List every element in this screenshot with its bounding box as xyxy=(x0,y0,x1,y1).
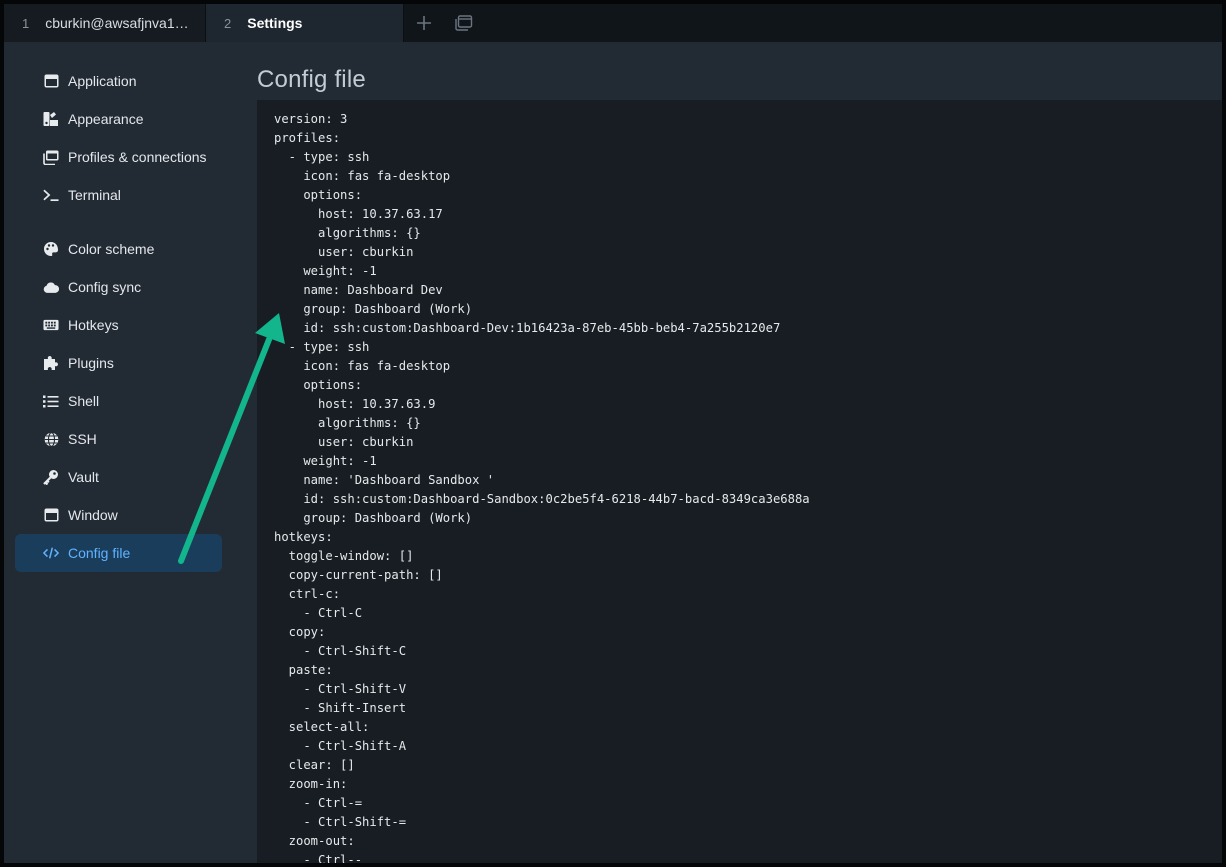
sidebar-item-label: Config file xyxy=(68,545,131,561)
config-line: name: 'Dashboard Sandbox ' xyxy=(274,473,495,487)
sidebar-item-label: Application xyxy=(68,73,137,89)
sidebar-item-config-sync[interactable]: Config sync xyxy=(15,268,222,306)
config-line: - Ctrl-Shift-V xyxy=(274,682,407,696)
config-line: - type: ssh xyxy=(274,150,370,164)
sidebar-item-label: Shell xyxy=(68,393,100,409)
sidebar-item-plugins[interactable]: Plugins xyxy=(15,344,222,382)
config-line: weight: -1 xyxy=(274,454,377,468)
sidebar-item-label: Appearance xyxy=(68,111,144,127)
sidebar-item-label: Color scheme xyxy=(68,241,155,257)
sidebar-item-label: Config sync xyxy=(68,279,142,295)
sidebar-item-shell[interactable]: Shell xyxy=(15,382,222,420)
tab-number: 2 xyxy=(224,15,232,31)
sidebar-item-label: Vault xyxy=(68,469,99,485)
page-title: Config file xyxy=(257,66,366,93)
tab-terminal-session[interactable]: 1 cburkin@awsafjnva10... xyxy=(4,4,206,42)
plus-icon xyxy=(417,16,431,30)
window-stack-icon xyxy=(455,15,473,31)
key-icon xyxy=(43,469,59,485)
config-line: - Ctrl-C xyxy=(274,606,363,620)
sidebar-item-label: Window xyxy=(68,507,118,523)
config-line: user: cburkin xyxy=(274,435,414,449)
list-icon xyxy=(43,393,59,409)
config-line: id: ssh:custom:Dashboard-Sandbox:0c2be5f… xyxy=(274,492,810,506)
config-line: - Ctrl-= xyxy=(274,796,363,810)
sidebar-item-label: Profiles & connections xyxy=(68,149,207,165)
sidebar-item-label: Plugins xyxy=(68,355,114,371)
config-line: - Shift-Insert xyxy=(274,701,407,715)
profiles-button[interactable] xyxy=(444,4,484,42)
config-line: icon: fas fa-desktop xyxy=(274,169,451,183)
sidebar-item-window[interactable]: Window xyxy=(15,496,222,534)
config-line: clear: [] xyxy=(274,758,355,772)
terminal-prompt-icon xyxy=(43,187,59,203)
sidebar-item-appearance[interactable]: Appearance xyxy=(15,100,222,138)
sidebar-item-hotkeys[interactable]: Hotkeys xyxy=(15,306,222,344)
cloud-icon xyxy=(43,279,59,295)
settings-content: Config file version: 3 profiles: - type: … xyxy=(232,42,1222,867)
sidebar-item-application[interactable]: Application xyxy=(15,62,222,100)
sidebar-item-vault[interactable]: Vault xyxy=(15,458,222,496)
config-line: algorithms: {} xyxy=(274,226,421,240)
tab-number: 1 xyxy=(22,15,30,31)
tab-title: cburkin@awsafjnva10... xyxy=(45,15,191,31)
sidebar-item-label: Terminal xyxy=(68,187,121,203)
palette-icon xyxy=(43,241,59,257)
config-line: host: 10.37.63.9 xyxy=(274,397,436,411)
globe-icon xyxy=(43,431,59,447)
app-window: 1 cburkin@awsafjnva10... 2 Settings Appl… xyxy=(0,0,1226,867)
settings-sidebar: Application Appearance Profiles & connec… xyxy=(4,42,232,863)
config-line: icon: fas fa-desktop xyxy=(274,359,451,373)
sidebar-item-config-file[interactable]: Config file xyxy=(15,534,222,572)
config-line: algorithms: {} xyxy=(274,416,421,430)
config-line: options: xyxy=(274,188,363,202)
config-line: name: Dashboard Dev xyxy=(274,283,443,297)
code-icon xyxy=(43,545,59,561)
sidebar-item-label: SSH xyxy=(68,431,97,447)
config-line: user: cburkin xyxy=(274,245,414,259)
config-line: ctrl-c: xyxy=(274,587,341,601)
sidebar-item-profiles[interactable]: Profiles & connections xyxy=(15,138,222,176)
window-icon xyxy=(43,73,59,89)
config-line: select-all: xyxy=(274,720,370,734)
tab-title: Settings xyxy=(247,15,303,31)
keyboard-icon xyxy=(43,317,59,333)
new-tab-button[interactable] xyxy=(404,4,444,42)
window-icon xyxy=(43,507,59,523)
puzzle-icon xyxy=(43,355,59,371)
config-line: paste: xyxy=(274,663,333,677)
sidebar-item-ssh[interactable]: SSH xyxy=(15,420,222,458)
sidebar-item-terminal[interactable]: Terminal xyxy=(15,176,222,214)
config-line: id: ssh:custom:Dashboard-Dev:1b16423a-87… xyxy=(274,321,781,335)
palette-brush-icon xyxy=(43,111,59,127)
config-line: - Ctrl-- xyxy=(274,853,363,867)
config-line: toggle-window: [] xyxy=(274,549,414,563)
config-line: - Ctrl-Shift-A xyxy=(274,739,407,753)
sidebar-item-color-scheme[interactable]: Color scheme xyxy=(15,230,222,268)
config-line: - type: ssh xyxy=(274,340,370,354)
config-line: copy: xyxy=(274,625,326,639)
config-line: options: xyxy=(274,378,363,392)
config-line: copy-current-path: [] xyxy=(274,568,443,582)
config-line: profiles: xyxy=(274,131,341,145)
config-line: zoom-in: xyxy=(274,777,348,791)
config-line: version: 3 xyxy=(274,112,348,126)
sidebar-item-label: Hotkeys xyxy=(68,317,119,333)
config-line: host: 10.37.63.17 xyxy=(274,207,443,221)
config-line: group: Dashboard (Work) xyxy=(274,511,473,525)
tab-settings[interactable]: 2 Settings xyxy=(206,4,404,42)
sidebar-separator xyxy=(4,214,232,230)
config-line: weight: -1 xyxy=(274,264,377,278)
config-line: - Ctrl-Shift-C xyxy=(274,644,407,658)
config-line: group: Dashboard (Work) xyxy=(274,302,473,316)
config-line: hotkeys: xyxy=(274,530,333,544)
config-line: - Ctrl-Shift-= xyxy=(274,815,407,829)
config-line: zoom-out: xyxy=(274,834,355,848)
window-stack-icon xyxy=(43,149,59,165)
config-file-editor[interactable]: version: 3 profiles: - type: ssh icon: fa… xyxy=(257,100,1222,867)
tab-bar: 1 cburkin@awsafjnva10... 2 Settings xyxy=(4,4,1222,42)
